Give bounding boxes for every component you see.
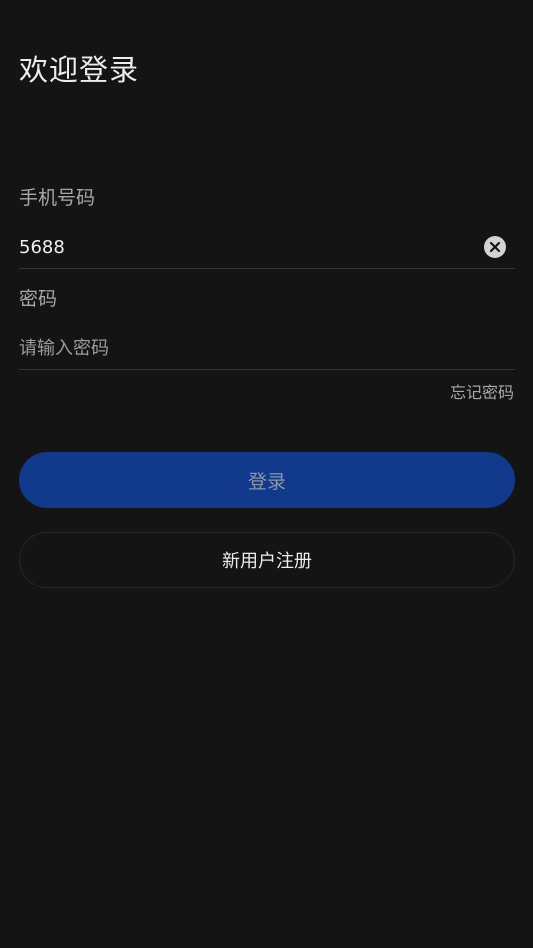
- forgot-password-link[interactable]: 忘记密码: [450, 382, 514, 404]
- page-title: 欢迎登录: [19, 53, 140, 87]
- phone-field: [19, 232, 515, 269]
- password-input[interactable]: [19, 333, 459, 363]
- close-icon: [489, 241, 501, 253]
- phone-label: 手机号码: [19, 187, 96, 209]
- password-field: [19, 333, 515, 370]
- register-button[interactable]: 新用户注册: [19, 532, 515, 588]
- login-button[interactable]: 登录: [19, 452, 515, 508]
- password-label: 密码: [19, 288, 58, 310]
- clear-icon[interactable]: [484, 236, 506, 258]
- phone-input[interactable]: [19, 232, 459, 262]
